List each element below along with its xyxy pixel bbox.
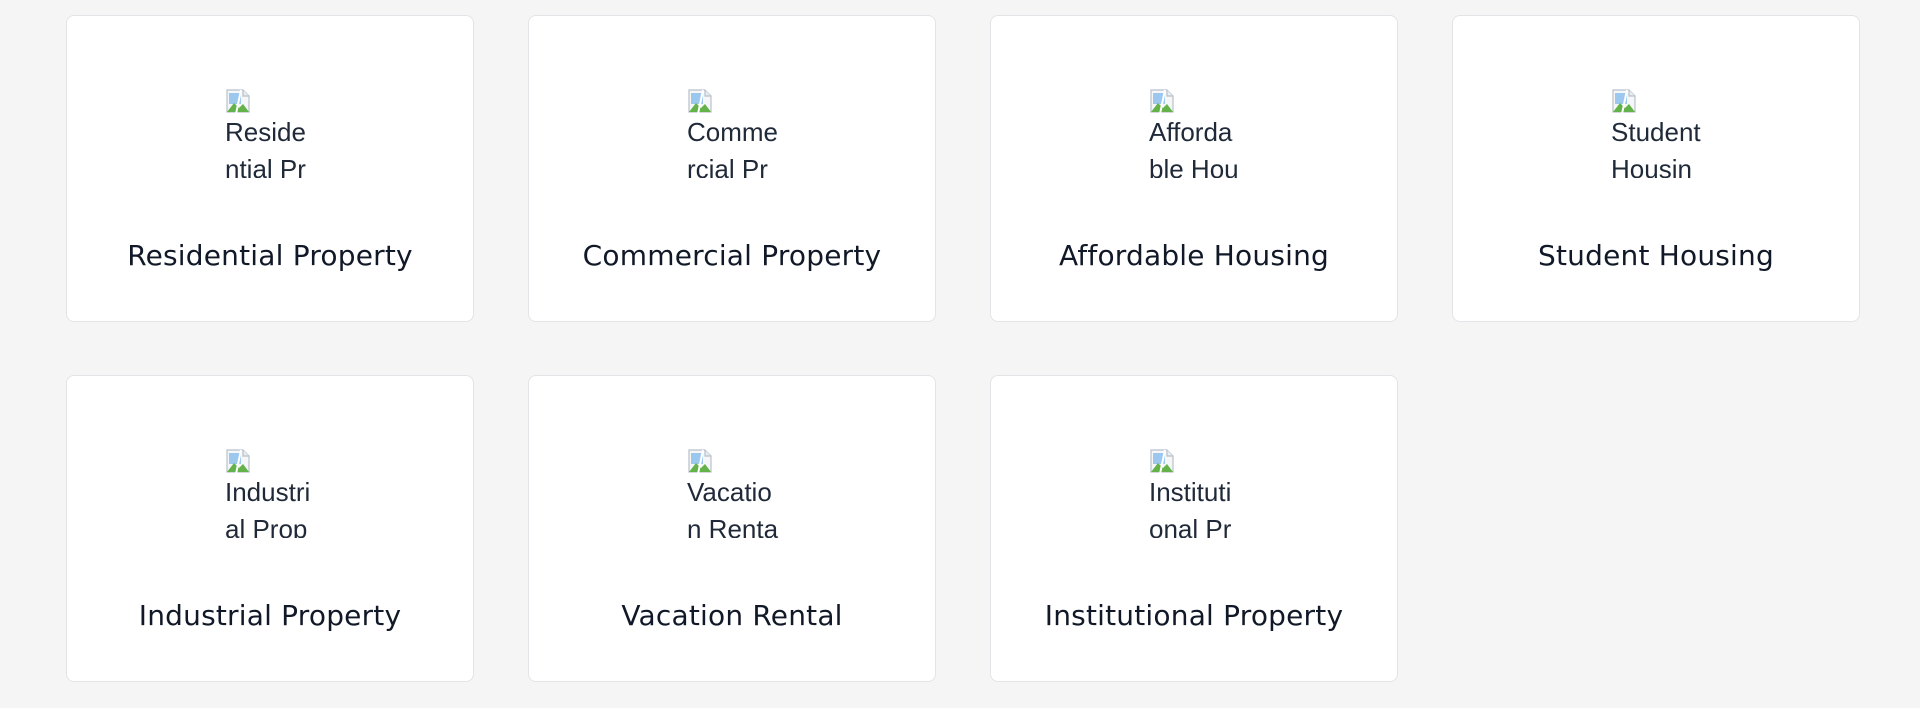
image-alt-text: Affordable Housing <box>1149 117 1239 178</box>
category-card-vacation-rental[interactable]: Vacation Rental Vacation Rental <box>528 375 936 682</box>
category-card-industrial-property[interactable]: Industrial Property Industrial Property <box>66 375 474 682</box>
category-title: Commercial Property <box>582 239 882 272</box>
image-alt-text: Industrial Property <box>225 477 311 538</box>
image-alt-text: Student Housing <box>1611 117 1701 178</box>
category-card-residential-property[interactable]: Residential Property Residential Propert… <box>66 15 474 322</box>
category-title: Residential Property <box>127 239 413 272</box>
category-card-institutional-property[interactable]: Institutional Property Institutional Pro… <box>990 375 1398 682</box>
broken-image-icon <box>1611 88 1703 114</box>
broken-image-icon <box>225 88 317 114</box>
image-alt-text: Vacation Rental <box>687 477 779 538</box>
category-title: Student Housing <box>1538 239 1774 272</box>
image-alt-text: Commercial Property <box>687 117 779 178</box>
broken-image-icon <box>687 88 779 114</box>
category-image-commercial-property: Commercial Property <box>687 88 779 178</box>
image-alt-text: Institutional Property <box>1149 477 1232 538</box>
category-image-affordable-housing: Affordable Housing <box>1149 88 1241 178</box>
broken-image-icon <box>1149 448 1241 474</box>
broken-image-icon <box>687 448 779 474</box>
image-alt-text: Residential Property <box>225 117 306 178</box>
category-image-institutional-property: Institutional Property <box>1149 448 1241 538</box>
category-title: Affordable Housing <box>1058 239 1330 272</box>
property-category-grid: Residential Property Residential Propert… <box>66 15 1860 682</box>
category-image-residential-property: Residential Property <box>225 88 317 178</box>
category-title: Industrial Property <box>138 599 402 632</box>
category-card-commercial-property[interactable]: Commercial Property Commercial Property <box>528 15 936 322</box>
category-title: Vacation Rental <box>621 599 843 632</box>
category-image-vacation-rental: Vacation Rental <box>687 448 779 538</box>
broken-image-icon <box>225 448 317 474</box>
category-image-industrial-property: Industrial Property <box>225 448 317 538</box>
category-card-student-housing[interactable]: Student Housing Student Housing <box>1452 15 1860 322</box>
category-card-affordable-housing[interactable]: Affordable Housing Affordable Housing <box>990 15 1398 322</box>
broken-image-icon <box>1149 88 1241 114</box>
category-image-student-housing: Student Housing <box>1611 88 1703 178</box>
category-title: Institutional Property <box>1044 599 1344 632</box>
